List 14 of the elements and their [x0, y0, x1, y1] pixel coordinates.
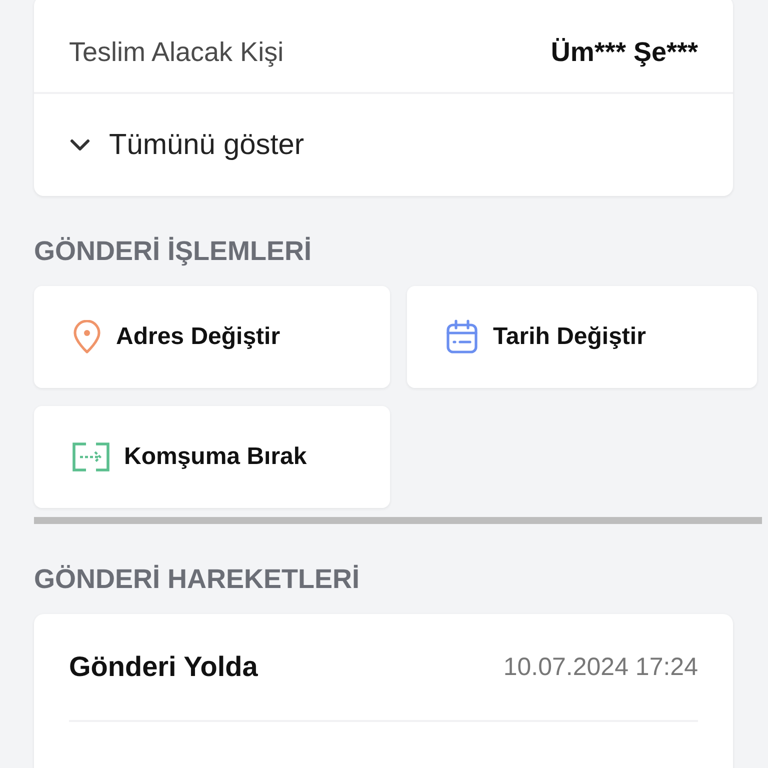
action-button[interactable]: Komşuma Bırak: [34, 406, 390, 508]
detail-value: Üm*** Şe***: [550, 36, 698, 68]
status-time: 10.07.2024 17:24: [503, 652, 698, 682]
two-doors-arrow-icon: [72, 442, 110, 472]
location-pin-icon: [72, 320, 102, 354]
action-button[interactable]: Tarih Değiştir: [407, 286, 757, 388]
section-title: GÖNDERİ HAREKETLERİ: [34, 562, 361, 596]
section-title: GÖNDERİ İŞLEMLERİ: [34, 234, 313, 268]
show-all-label: Tümünü göster: [109, 128, 304, 162]
detail-label: Teslim Alacak Kişi: [69, 36, 284, 68]
action-button[interactable]: Adres Değiştir: [34, 286, 390, 388]
current-status: Gönderi Yolda: [69, 651, 258, 683]
show-all-toggle[interactable]: Tümünü göster: [34, 94, 733, 196]
calendar-icon: [445, 319, 479, 355]
